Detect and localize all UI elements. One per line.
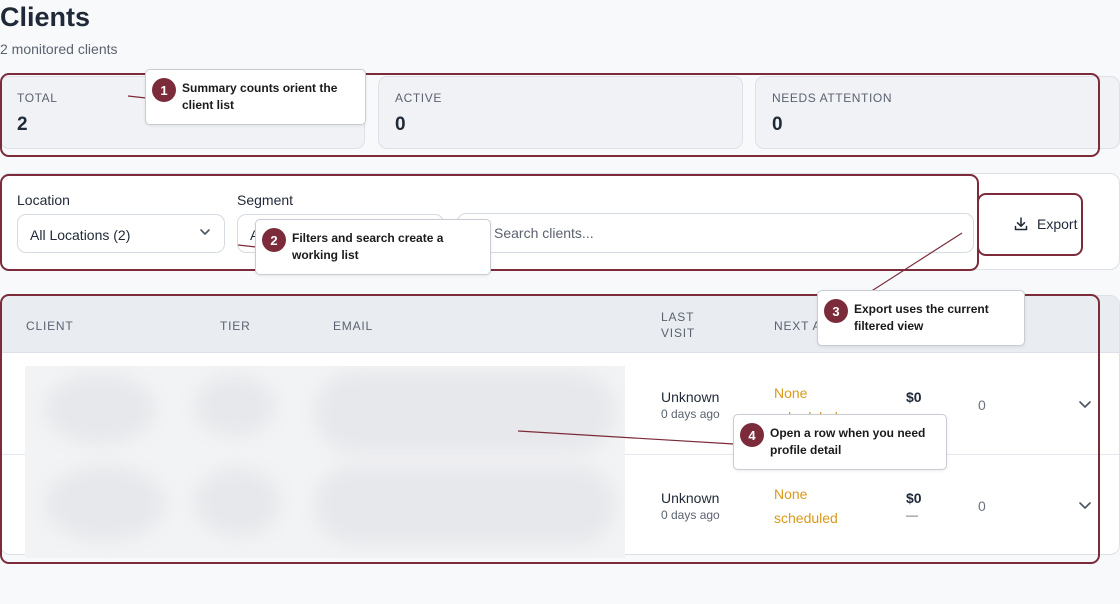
amount-value: $0 [906,389,922,405]
annotation-text: Filters and search create a working list [292,231,444,262]
download-icon [1014,217,1028,231]
header-tier[interactable]: TIER [220,318,251,334]
summary-card-value: 0 [395,114,406,135]
header-next[interactable]: NEXT A [774,318,821,334]
count-value: 0 [978,397,986,413]
page-subtitle: 2 monitored clients [0,41,118,57]
header-client[interactable]: CLIENT [26,318,73,334]
next-appointment-line1: None [774,385,808,401]
redacted-client-details [25,366,625,558]
annotation-text: Export uses the current filtered view [854,302,989,333]
amount-sub: — [906,508,918,522]
annotation-2: 2 Filters and search create a working li… [255,219,491,275]
annotation-number: 4 [740,423,764,447]
count-value: 0 [978,498,986,514]
last-visit-ago: 0 days ago [661,407,720,421]
summary-card-active: ACTIVE 0 [378,76,743,149]
next-appointment-line2: scheduled [774,510,838,526]
export-button-label: Export [1037,216,1078,232]
annotation-text: Open a row when you need profile detail [770,426,926,457]
export-button[interactable]: Export [986,198,1082,250]
last-visit-value: Unknown [661,389,720,405]
search-input[interactable] [457,213,974,253]
annotation-number: 1 [152,78,176,102]
chevron-down-icon[interactable] [1077,497,1093,513]
header-email[interactable]: EMAIL [333,318,373,334]
amount-value: $0 [906,490,922,506]
header-last-visit[interactable]: LAST VISIT [661,309,721,341]
summary-card-value: 0 [772,114,783,135]
location-select[interactable]: All Locations (2) [17,214,225,253]
annotation-text: Summary counts orient the client list [182,81,338,112]
location-label: Location [17,192,70,208]
summary-card-label: ACTIVE [395,91,442,105]
annotation-1: 1 Summary counts orient the client list [145,69,366,125]
last-visit-ago: 0 days ago [661,508,720,522]
segment-label: Segment [237,192,294,208]
next-appointment-line1: None [774,486,808,502]
annotation-4: 4 Open a row when you need profile detai… [733,414,947,470]
page-title: Clients [0,2,91,32]
summary-card-needs-attention: NEEDS ATTENTION 0 [755,76,1120,149]
chevron-down-icon [200,229,210,235]
annotation-3: 3 Export uses the current filtered view [817,290,1025,346]
annotation-number: 2 [262,228,286,252]
summary-card-label: NEEDS ATTENTION [772,91,893,105]
chevron-down-icon[interactable] [1077,396,1093,412]
location-select-value: All Locations (2) [30,227,131,243]
annotation-number: 3 [824,299,848,323]
last-visit-value: Unknown [661,490,720,506]
